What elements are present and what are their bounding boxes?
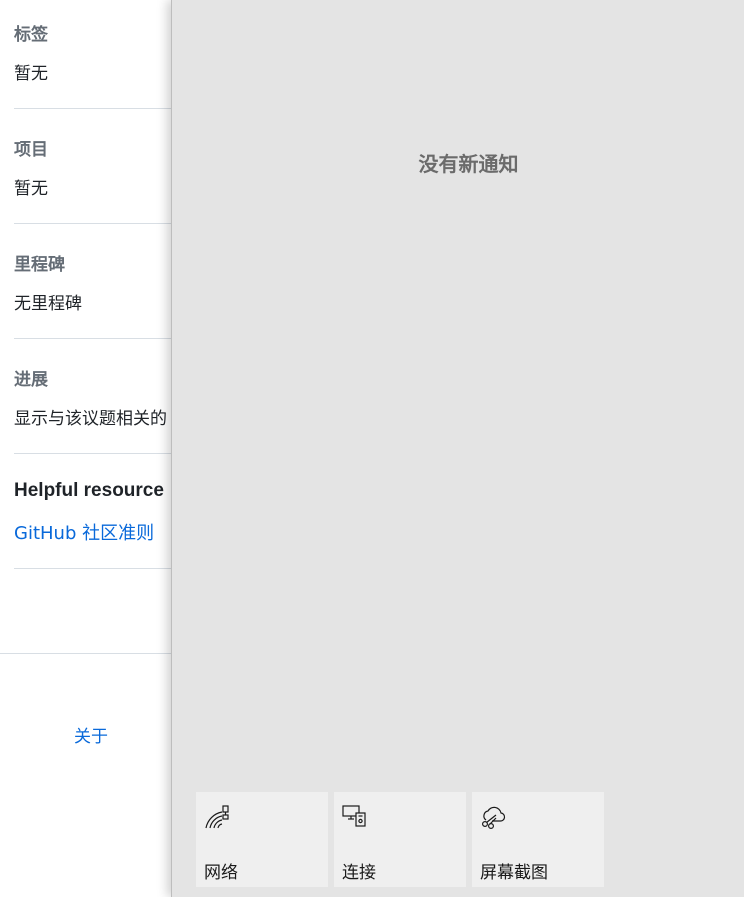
labels-heading[interactable]: 标签 [14, 20, 48, 45]
divider [14, 568, 171, 569]
divider [14, 338, 171, 339]
network-icon [204, 804, 230, 830]
issue-sidebar: 标签 暂无 项目 暂无 里程碑 无里程碑 进展 显示与该议题相关的 Helpfu… [0, 0, 171, 897]
development-heading[interactable]: 进展 [14, 365, 48, 390]
connect-icon [342, 804, 368, 830]
milestone-heading[interactable]: 里程碑 [14, 250, 65, 275]
screen-snip-label: 屏幕截图 [480, 863, 548, 883]
no-notifications-message: 没有新通知 [418, 152, 519, 176]
screen-snip-icon [480, 804, 506, 830]
divider [14, 108, 171, 109]
connect-button[interactable]: 连接 [334, 792, 466, 887]
footer-divider [0, 653, 171, 654]
divider [14, 453, 171, 454]
milestone-value: 无里程碑 [14, 294, 82, 314]
projects-value: 暂无 [14, 179, 48, 199]
divider [14, 223, 171, 224]
development-value: 显示与该议题相关的 [14, 409, 167, 429]
network-button[interactable]: 网络 [196, 792, 328, 887]
community-guidelines-link[interactable]: GitHub 社区准则 [14, 519, 154, 545]
helpful-resources-heading: Helpful resource [14, 480, 164, 501]
about-link[interactable]: 关于 [74, 722, 108, 747]
network-label: 网络 [204, 863, 238, 883]
projects-heading[interactable]: 项目 [14, 135, 48, 160]
screen: 标签 暂无 项目 暂无 里程碑 无里程碑 进展 显示与该议题相关的 Helpfu… [0, 0, 744, 897]
action-center-panel: 没有新通知 网络 连接 屏幕截图 [171, 0, 744, 897]
labels-value: 暂无 [14, 64, 48, 84]
connect-label: 连接 [342, 863, 376, 883]
screen-snip-button[interactable]: 屏幕截图 [472, 792, 604, 887]
